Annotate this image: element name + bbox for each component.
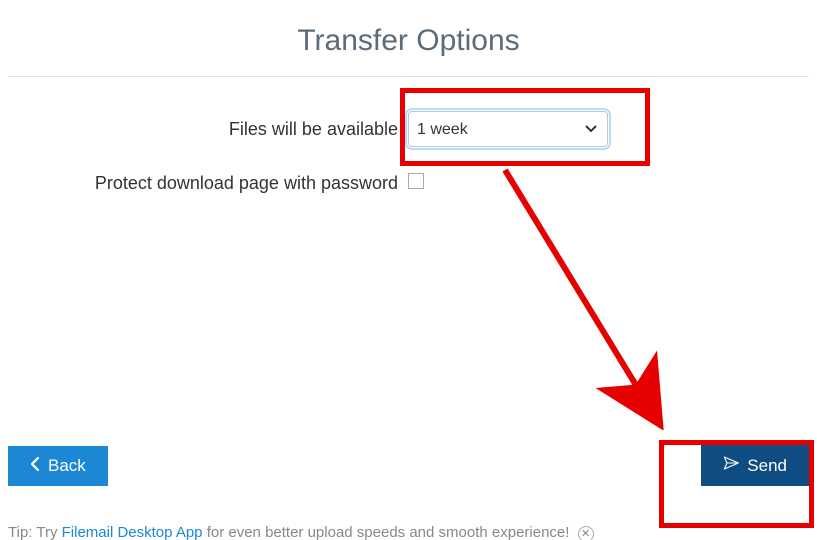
password-checkbox[interactable] (408, 173, 424, 189)
back-button-label: Back (48, 456, 86, 476)
page-title: Transfer Options (8, 24, 809, 58)
password-row: Protect download page with password (8, 173, 809, 194)
availability-row: Files will be available 1 week (8, 111, 809, 147)
tip-suffix: for even better upload speeds and smooth… (203, 524, 574, 540)
back-button[interactable]: Back (8, 446, 108, 486)
password-control (408, 173, 622, 194)
send-button-label: Send (747, 456, 787, 476)
send-button[interactable]: Send (701, 445, 809, 486)
password-label: Protect download page with password (8, 173, 408, 194)
availability-select[interactable]: 1 week (408, 111, 608, 147)
close-icon[interactable]: ✕ (578, 526, 594, 540)
tip-link[interactable]: Filemail Desktop App (62, 524, 203, 540)
availability-label: Files will be available (8, 119, 408, 140)
chevron-left-icon (30, 456, 40, 476)
annotation-arrow (485, 160, 685, 430)
divider (8, 76, 809, 77)
availability-control: 1 week (408, 111, 622, 147)
transfer-options-page: Transfer Options Files will be available… (0, 0, 817, 540)
tip-text: Tip: Try Filemail Desktop App for even b… (8, 524, 594, 540)
tip-prefix: Tip: Try (8, 524, 62, 540)
paper-plane-icon (723, 455, 739, 476)
